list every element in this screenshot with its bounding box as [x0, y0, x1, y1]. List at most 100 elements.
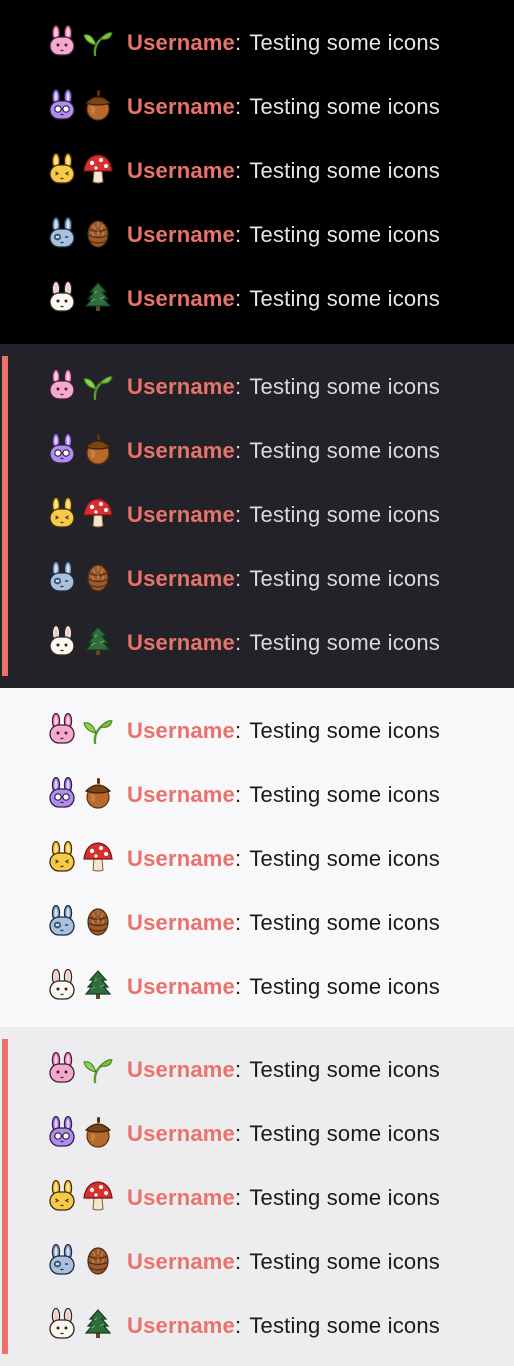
badge-group [46, 905, 116, 941]
username[interactable]: Username [127, 286, 235, 311]
username-separator: : [235, 438, 242, 463]
username-separator: : [235, 1121, 242, 1146]
chat-preview: Username: Testing some icons Username: Tes… [0, 0, 514, 1366]
message-line: Username: Testing some icons [127, 1248, 440, 1276]
pine-tree-icon [84, 282, 112, 311]
chat-section-light-highlight: Username: Testing some icons Username: Tes… [0, 1027, 514, 1366]
username[interactable]: Username [127, 438, 235, 463]
chat-message: Username: Testing some icons [0, 1294, 514, 1358]
message-line: Username: Testing some icons [127, 717, 440, 745]
username[interactable]: Username [127, 1185, 235, 1210]
badge-group [46, 1180, 116, 1216]
acorn-icon [84, 1117, 112, 1148]
username[interactable]: Username [127, 222, 235, 247]
username-separator: : [235, 846, 242, 871]
pinecone-icon [87, 220, 109, 248]
badge-group [46, 153, 116, 189]
message-line: Username: Testing some icons [127, 285, 440, 313]
chat-section-dark-highlight: Username: Testing some icons Username: Tes… [0, 344, 514, 688]
username[interactable]: Username [127, 846, 235, 871]
chat-message: Username: Testing some icons [0, 355, 514, 419]
message-text: Testing some icons [249, 1121, 440, 1146]
username[interactable]: Username [127, 910, 235, 935]
username[interactable]: Username [127, 718, 235, 743]
message-text: Testing some icons [249, 438, 440, 463]
username[interactable]: Username [127, 782, 235, 807]
blue-bunny-icon [49, 1244, 75, 1275]
message-line: Username: Testing some icons [127, 157, 440, 185]
message-line: Username: Testing some icons [127, 373, 440, 401]
badge-group [46, 89, 116, 125]
username[interactable]: Username [127, 1249, 235, 1274]
chat-section-light: Username: Testing some icons Username: Tes… [0, 688, 514, 1027]
message-text: Testing some icons [249, 374, 440, 399]
mushroom-icon [83, 498, 113, 528]
badge-group [46, 1116, 116, 1152]
pink-bunny-icon [49, 25, 75, 56]
username-separator: : [235, 374, 242, 399]
blue-bunny-icon [49, 561, 75, 592]
sprout-icon [83, 720, 113, 745]
message-line: Username: Testing some icons [127, 1184, 440, 1212]
message-line: Username: Testing some icons [127, 845, 440, 873]
username[interactable]: Username [127, 502, 235, 527]
username[interactable]: Username [127, 374, 235, 399]
username[interactable]: Username [127, 94, 235, 119]
message-line: Username: Testing some icons [127, 437, 440, 465]
white-bunny-icon [49, 1308, 75, 1339]
message-text: Testing some icons [249, 566, 440, 591]
pinecone-icon [87, 564, 109, 592]
message-line: Username: Testing some icons [127, 1312, 440, 1340]
white-bunny-icon [49, 625, 75, 656]
message-text: Testing some icons [249, 502, 440, 527]
username[interactable]: Username [127, 1121, 235, 1146]
message-text: Testing some icons [249, 1185, 440, 1210]
username[interactable]: Username [127, 566, 235, 591]
message-line: Username: Testing some icons [127, 93, 440, 121]
chat-message: Username: Testing some icons [0, 763, 514, 827]
chat-message: Username: Testing some icons [0, 1038, 514, 1102]
badge-group [46, 1308, 116, 1344]
username-separator: : [235, 1057, 242, 1082]
username[interactable]: Username [127, 974, 235, 999]
yellow-bunny-icon [49, 153, 75, 184]
blue-bunny-icon [49, 905, 75, 936]
pine-tree-icon [84, 1309, 112, 1338]
chat-message: Username: Testing some icons [0, 75, 514, 139]
username-separator: : [235, 30, 242, 55]
username-separator: : [235, 910, 242, 935]
message-text: Testing some icons [249, 910, 440, 935]
message-text: Testing some icons [249, 846, 440, 871]
purple-bunny-glasses-icon [49, 777, 75, 808]
message-text: Testing some icons [249, 158, 440, 183]
yellow-bunny-icon [49, 1180, 75, 1211]
badge-group [46, 713, 116, 749]
purple-bunny-glasses-icon [49, 89, 75, 120]
mushroom-icon [83, 154, 113, 184]
username[interactable]: Username [127, 158, 235, 183]
username-separator: : [235, 718, 242, 743]
acorn-icon [84, 90, 112, 121]
pinecone-icon [87, 1247, 109, 1275]
badge-group [46, 217, 116, 253]
message-line: Username: Testing some icons [127, 501, 440, 529]
username-separator: : [235, 1185, 242, 1210]
username[interactable]: Username [127, 1057, 235, 1082]
username[interactable]: Username [127, 630, 235, 655]
badge-group [46, 1244, 116, 1280]
message-text: Testing some icons [249, 1057, 440, 1082]
blue-bunny-icon [49, 217, 75, 248]
acorn-icon [84, 778, 112, 809]
white-bunny-icon [49, 281, 75, 312]
username[interactable]: Username [127, 30, 235, 55]
message-line: Username: Testing some icons [127, 1120, 440, 1148]
username-separator: : [235, 566, 242, 591]
message-line: Username: Testing some icons [127, 29, 440, 57]
chat-message: Username: Testing some icons [0, 699, 514, 763]
username[interactable]: Username [127, 1313, 235, 1338]
message-text: Testing some icons [249, 1249, 440, 1274]
message-line: Username: Testing some icons [127, 565, 440, 593]
pink-bunny-icon [49, 1052, 75, 1083]
pink-bunny-icon [49, 369, 75, 400]
message-line: Username: Testing some icons [127, 221, 440, 249]
